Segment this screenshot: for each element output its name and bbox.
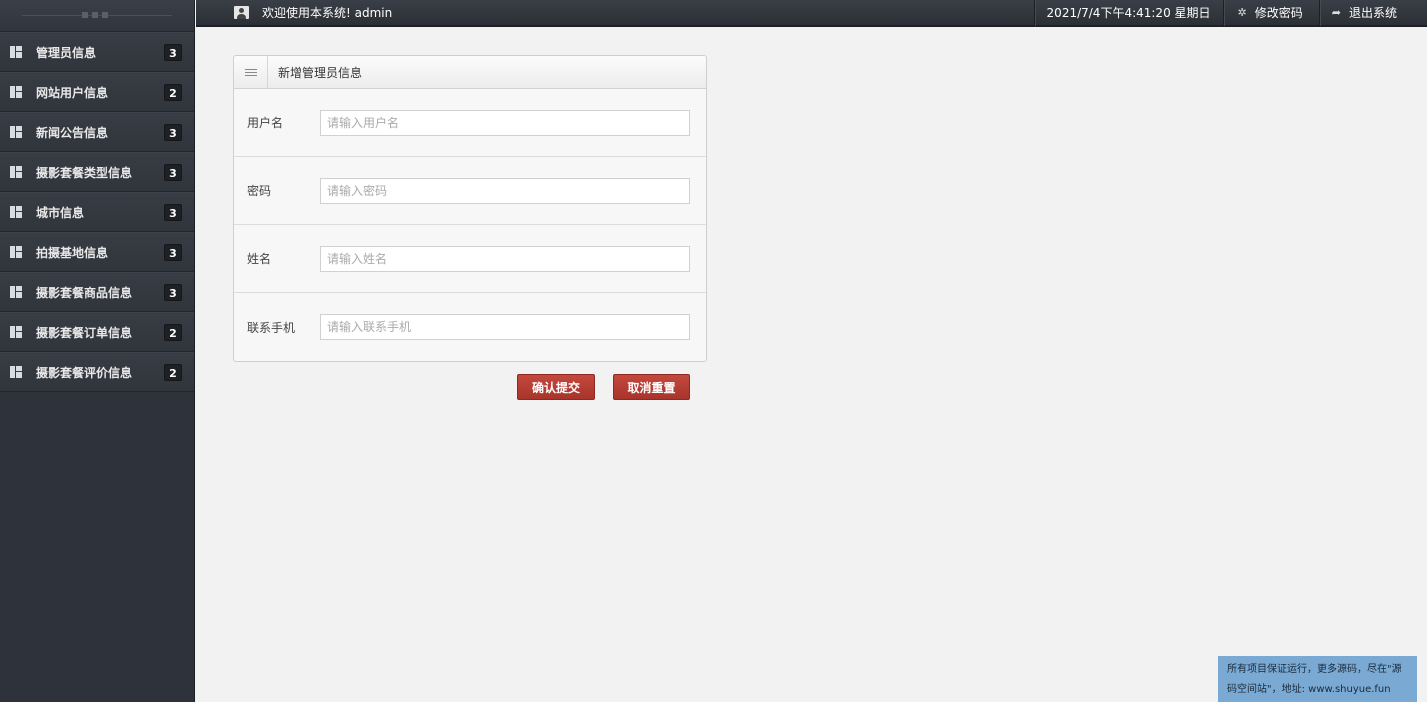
welcome-message: 欢迎使用本系统! admin (234, 4, 392, 21)
name-label: 姓名 (247, 252, 272, 266)
count-badge: 2 (164, 363, 182, 381)
sidebar-item-news-info[interactable]: 新闻公告信息 3 (0, 112, 194, 152)
logout-label: 退出系统 (1348, 6, 1397, 20)
count-badge: 3 (164, 203, 182, 221)
layout-icon (10, 86, 22, 98)
password-input[interactable] (320, 177, 690, 204)
sidebar-item-package-type-info[interactable]: 摄影套餐类型信息 3 (0, 152, 194, 192)
sidebar-grip (0, 0, 194, 32)
sidebar-item-label: 管理员信息 (36, 45, 97, 60)
count-badge: 3 (164, 283, 182, 301)
panel-header: 新增管理员信息 (234, 56, 706, 89)
sidebar-item-label: 新闻公告信息 (36, 125, 109, 140)
count-badge: 2 (164, 323, 182, 341)
name-input[interactable] (320, 245, 690, 272)
sidebar-item-label: 网站用户信息 (36, 85, 109, 100)
layout-icon (10, 286, 22, 298)
share-arrow-icon: ➦ (1331, 6, 1341, 19)
layout-icon (10, 246, 22, 258)
sidebar-item-label: 摄影套餐订单信息 (36, 325, 133, 340)
welcome-text: 欢迎使用本系统! admin (262, 6, 393, 20)
change-password-label: 修改密码 (1254, 6, 1303, 20)
sidebar-item-package-order-info[interactable]: 摄影套餐订单信息 2 (0, 312, 194, 352)
count-badge: 3 (164, 243, 182, 261)
count-badge: 3 (164, 163, 182, 181)
password-label: 密码 (247, 184, 272, 198)
gear-icon: ✲ (1237, 6, 1247, 19)
sidebar-item-site-user-info[interactable]: 网站用户信息 2 (0, 72, 194, 112)
panel-title: 新增管理员信息 (278, 65, 363, 80)
username-label: 用户名 (247, 116, 284, 130)
layout-icon (10, 126, 22, 138)
grip-line (22, 12, 172, 18)
phone-input[interactable] (320, 314, 690, 340)
layout-icon (10, 326, 22, 338)
datetime-display: 2021/7/4下午4:41:20 星期日 (1033, 0, 1223, 26)
sidebar-item-package-goods-info[interactable]: 摄影套餐商品信息 3 (0, 272, 194, 312)
change-password-button[interactable]: ✲ 修改密码 (1222, 0, 1319, 26)
form-row-username: 用户名 (234, 89, 706, 157)
user-icon (234, 6, 249, 19)
sidebar-item-city-info[interactable]: 城市信息 3 (0, 192, 194, 232)
layout-icon (10, 366, 22, 378)
sidebar-item-label: 摄影套餐类型信息 (36, 165, 133, 180)
layout-icon (10, 206, 22, 218)
top-actions: 2021/7/4下午4:41:20 星期日 ✲ 修改密码 ➦ 退出系统 (1033, 0, 1427, 26)
sidebar-item-label: 拍摄基地信息 (36, 245, 109, 260)
sidebar-item-label: 摄影套餐商品信息 (36, 285, 133, 300)
submit-button[interactable]: 确认提交 (517, 374, 595, 400)
count-badge: 3 (164, 123, 182, 141)
sidebar: 管理员信息 3 网站用户信息 2 新闻公告信息 3 摄影套餐类型信息 3 城市信… (0, 0, 195, 702)
list-icon (234, 56, 268, 88)
count-badge: 2 (164, 83, 182, 101)
top-bar: 欢迎使用本系统! admin 2021/7/4下午4:41:20 星期日 ✲ 修… (196, 0, 1427, 27)
sidebar-item-base-info[interactable]: 拍摄基地信息 3 (0, 232, 194, 272)
grip-dots-icon (82, 12, 108, 18)
layout-icon (10, 166, 22, 178)
username-input[interactable] (320, 109, 690, 136)
sidebar-item-package-review-info[interactable]: 摄影套餐评价信息 2 (0, 352, 194, 392)
sidebar-item-admin-info[interactable]: 管理员信息 3 (0, 32, 194, 72)
sidebar-item-label: 城市信息 (36, 205, 85, 220)
form-row-name: 姓名 (234, 225, 706, 293)
phone-label: 联系手机 (247, 320, 296, 335)
logout-button[interactable]: ➦ 退出系统 (1318, 0, 1427, 26)
reset-button[interactable]: 取消重置 (613, 374, 690, 400)
count-badge: 3 (164, 43, 182, 61)
add-admin-panel: 新增管理员信息 用户名 密码 姓名 联系手机 (233, 55, 707, 362)
layout-icon (10, 46, 22, 58)
form-row-phone: 联系手机 (234, 293, 706, 361)
source-notice: 所有项目保证运行，更多源码，尽在"源码空间站"，地址: www.shuyue.f… (1218, 656, 1417, 702)
form-row-password: 密码 (234, 157, 706, 225)
sidebar-item-label: 摄影套餐评价信息 (36, 365, 133, 380)
